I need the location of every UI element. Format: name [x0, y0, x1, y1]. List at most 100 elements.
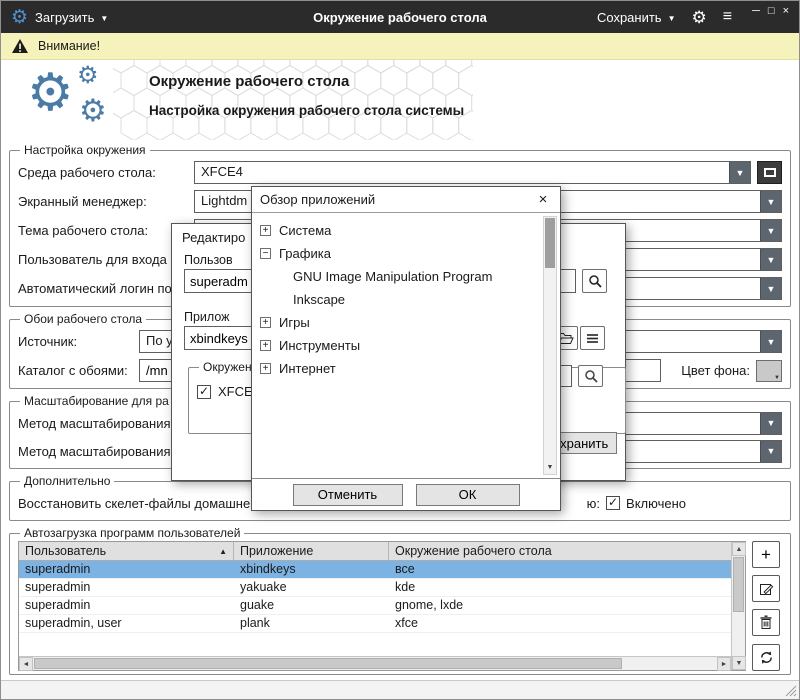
scrollbar-thumb[interactable]	[34, 658, 622, 669]
table-cell: plank	[234, 615, 389, 632]
table-row[interactable]: superadmin yakuake kde	[19, 579, 731, 597]
desktop-env-label: Среда рабочего стола:	[18, 165, 188, 180]
settings-gear-icon[interactable]: ⚙	[692, 9, 707, 26]
refresh-icon	[759, 650, 774, 665]
skeleton-label-end: ю:	[587, 496, 600, 511]
chevron-down-icon: ▼	[100, 14, 108, 23]
cancel-button[interactable]: Отменить	[293, 484, 403, 506]
column-header-label: Окружение рабочего стола	[395, 544, 552, 558]
dialog-title: Обзор приложений	[260, 192, 375, 207]
scrollbar-thumb[interactable]	[733, 557, 744, 612]
monitor-icon	[764, 168, 776, 177]
app-browse-button[interactable]	[580, 326, 605, 350]
chevron-down-icon[interactable]: ▼	[760, 413, 781, 434]
expand-icon[interactable]: +	[260, 363, 271, 374]
display-manager-label: Экранный менеджер:	[18, 194, 188, 209]
scrollbar-thumb[interactable]	[545, 218, 555, 268]
app-logo-gears: ⚙ ⚙ ⚙	[27, 62, 137, 138]
chevron-down-icon[interactable]: ▼	[760, 331, 781, 352]
enabled-checkbox[interactable]: ✓	[606, 496, 620, 510]
tree-item-system[interactable]: + Система	[260, 219, 538, 242]
horizontal-scrollbar[interactable]: ◄ ►	[19, 656, 731, 670]
ok-button[interactable]: ОК	[416, 484, 520, 506]
trash-icon	[759, 615, 773, 630]
close-icon[interactable]: ×	[534, 191, 552, 208]
tree-item-label: Система	[279, 223, 331, 238]
add-button[interactable]: +	[752, 541, 780, 568]
plus-icon: +	[761, 545, 771, 565]
edit-button[interactable]	[752, 575, 780, 602]
refresh-button[interactable]	[752, 644, 780, 671]
user-search-button[interactable]	[582, 269, 607, 293]
resize-grip[interactable]	[784, 684, 797, 697]
tree-item-internet[interactable]: + Интернет	[260, 357, 538, 380]
desktop-env-combobox[interactable]: XFCE4 ▼	[194, 161, 751, 184]
scrollbar-track[interactable]	[33, 657, 717, 670]
table-action-buttons: +	[752, 541, 782, 671]
login-user-label: Пользователь для входа	[18, 252, 188, 267]
tree-item-graphics[interactable]: − Графика	[260, 242, 538, 265]
chevron-down-icon[interactable]: ▼	[760, 249, 781, 270]
enabled-label: Включено	[626, 496, 686, 511]
check-icon: ✓	[608, 496, 618, 508]
chevron-down-icon[interactable]: ▼	[760, 278, 781, 299]
wallpaper-source-label: Источник:	[18, 334, 133, 349]
expand-icon[interactable]: +	[260, 340, 271, 351]
warning-icon	[11, 38, 29, 54]
chevron-down-icon[interactable]: ▼	[760, 220, 781, 241]
check-icon: ✓	[199, 385, 209, 397]
chevron-down-icon[interactable]: ▼	[760, 441, 781, 462]
tree-item-inkscape[interactable]: Inkscape	[260, 288, 538, 311]
app-gear-icon: ⚙	[11, 8, 28, 27]
vertical-scrollbar[interactable]: ▼	[543, 216, 557, 475]
chevron-down-icon[interactable]: ▼	[760, 191, 781, 212]
background-color-picker[interactable]: ▼	[756, 360, 782, 382]
table-cell: superadmin	[19, 579, 234, 596]
collapse-icon[interactable]: −	[260, 248, 271, 259]
column-header-env[interactable]: Окружение рабочего стола	[389, 542, 731, 560]
scroll-down-icon[interactable]: ▼	[732, 656, 746, 670]
table-row[interactable]: superadmin xbindkeys все	[19, 561, 731, 579]
dialog-title-bar: Обзор приложений ×	[252, 187, 560, 213]
hamburger-icon	[586, 333, 599, 344]
column-header-user[interactable]: Пользователь ▲	[19, 542, 234, 560]
scroll-up-icon[interactable]: ▲	[732, 542, 746, 556]
page-subtitle: Настройка окружения рабочего стола систе…	[149, 103, 464, 118]
dialog-button-row: Отменить ОК	[252, 478, 560, 510]
expand-icon[interactable]: +	[260, 317, 271, 328]
table-row[interactable]: superadmin, user plank xfce	[19, 615, 731, 633]
load-menu-label: Загрузить	[35, 10, 94, 25]
scroll-left-icon[interactable]: ◄	[19, 657, 33, 671]
expand-icon[interactable]: +	[260, 225, 271, 236]
scroll-right-icon[interactable]: ►	[717, 657, 731, 671]
column-header-app[interactable]: Приложение	[234, 542, 389, 560]
warning-text: Внимание!	[38, 39, 100, 53]
minimize-button[interactable]: ─	[752, 6, 760, 17]
delete-button[interactable]	[752, 609, 780, 636]
tree-item-tools[interactable]: + Инструменты	[260, 334, 538, 357]
tree-item-games[interactable]: + Игры	[260, 311, 538, 334]
desktop-env-options-button[interactable]	[757, 161, 782, 184]
tree-item-gimp[interactable]: GNU Image Manipulation Program	[260, 265, 538, 288]
gear-icon: ⚙	[77, 64, 99, 88]
application-tree: + Система − Графика GNU Image Manipulati…	[252, 213, 560, 478]
save-menu-button[interactable]: Сохранить ▼	[597, 10, 676, 25]
scroll-down-icon[interactable]: ▼	[544, 461, 556, 474]
wallpaper-catalog-label: Каталог с обоями:	[18, 363, 133, 378]
column-header-label: Приложение	[240, 544, 313, 558]
chevron-down-icon[interactable]: ▼	[729, 162, 750, 183]
status-bar	[1, 680, 799, 699]
environment-settings-legend: Настройка окружения	[20, 143, 150, 157]
load-menu-button[interactable]: Загрузить ▼	[35, 10, 108, 25]
vertical-scrollbar[interactable]: ▲ ▼	[731, 542, 745, 670]
maximize-button[interactable]: □	[768, 6, 775, 17]
chevron-down-icon: ▼	[668, 14, 676, 23]
theme-label: Тема рабочего стола:	[18, 223, 188, 238]
hamburger-menu-icon[interactable]: ≡	[723, 9, 732, 25]
xfce4-checkbox[interactable]: ✓	[197, 385, 211, 399]
env-search-button[interactable]	[578, 365, 603, 387]
gear-icon: ⚙	[79, 95, 107, 126]
table-row[interactable]: superadmin guake gnome, lxde	[19, 597, 731, 615]
scrollbar-track[interactable]	[732, 556, 745, 656]
close-button[interactable]: ×	[783, 6, 789, 17]
